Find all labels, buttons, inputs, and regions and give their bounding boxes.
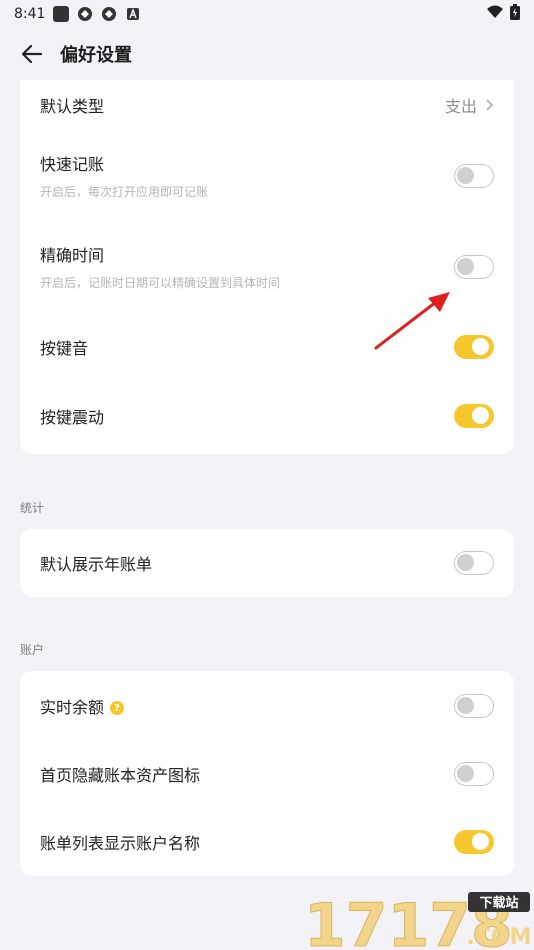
battery-icon <box>510 4 520 24</box>
status-bar: 8:41 <box>0 0 534 28</box>
toggle-knob <box>472 406 489 424</box>
quick-entry-toggle[interactable] <box>454 163 494 188</box>
account-card: 实时余额? 首页隐藏账本资产图标 账单列表显示账户名称 <box>20 671 514 876</box>
quick-entry-row: 快速记账 开启后，每次打开应用即可记账 <box>20 130 514 221</box>
realtime-balance-row: 实时余额? <box>20 671 514 740</box>
default-type-value-group: 支出 <box>445 93 494 117</box>
hide-asset-icon-row: 首页隐藏账本资产图标 <box>20 740 514 808</box>
show-account-name-row: 账单列表显示账户名称 <box>20 808 514 876</box>
hide-asset-icon-label: 首页隐藏账本资产图标 <box>40 766 201 785</box>
precise-time-toggle[interactable] <box>454 254 494 279</box>
key-vibrate-label: 按键震动 <box>40 407 105 427</box>
default-type-value: 支出 <box>444 97 477 116</box>
default-type-row[interactable]: 默认类型 支出 <box>20 80 514 130</box>
toggle-knob <box>457 257 474 275</box>
key-vibrate-row: 按键震动 <box>20 381 514 450</box>
toggle-knob <box>457 166 474 184</box>
quick-entry-label: 快速记账 <box>40 155 105 174</box>
default-type-label: 默认类型 <box>40 97 105 116</box>
hide-asset-icon-toggle[interactable] <box>454 762 494 786</box>
watermark-suffix: .COM <box>466 925 531 950</box>
keyboard-notification-icon <box>125 6 141 22</box>
show-account-name-toggle[interactable] <box>454 830 494 854</box>
realtime-balance-label: 实时余额 <box>40 697 105 717</box>
key-sound-toggle[interactable] <box>454 334 494 359</box>
year-bill-row: 默认展示年账单 <box>20 529 514 597</box>
app-notification-icon <box>77 6 93 22</box>
realtime-balance-label-group: 实时余额? <box>40 694 125 718</box>
top-app-bar: 偏好设置 <box>0 28 534 80</box>
notification-square-icon <box>53 6 70 22</box>
help-icon[interactable]: ? <box>110 701 125 715</box>
year-bill-label: 默认展示年账单 <box>40 555 153 574</box>
chevron-right-icon <box>486 99 494 111</box>
precise-time-description: 开启后，记账时日期可以精确设置到具体时间 <box>40 276 281 290</box>
general-settings-card: 默认类型 支出 快速记账 开启后，每次打开应用即可记账 精确时间 开启后，记账时… <box>20 80 514 454</box>
show-account-name-label: 账单列表显示账户名称 <box>40 834 201 853</box>
toggle-knob <box>457 554 474 571</box>
back-arrow-icon[interactable] <box>18 40 46 68</box>
app-notification-icon-2 <box>101 6 117 22</box>
annotation-arrow-icon <box>374 292 450 350</box>
page-title: 偏好设置 <box>60 45 132 66</box>
stats-card: 默认展示年账单 <box>20 529 514 597</box>
account-section-label: 账户 <box>20 643 45 657</box>
toggle-knob <box>457 765 474 782</box>
key-sound-label: 按键音 <box>40 338 89 358</box>
status-time: 8:41 <box>14 6 46 22</box>
wifi-icon <box>486 5 504 23</box>
toggle-knob <box>472 337 489 355</box>
year-bill-toggle[interactable] <box>454 551 494 575</box>
realtime-balance-toggle[interactable] <box>454 693 494 718</box>
key-vibrate-toggle[interactable] <box>454 403 494 428</box>
toggle-knob <box>472 833 489 850</box>
quick-entry-description: 开启后，每次打开应用即可记账 <box>40 185 209 199</box>
precise-time-label: 精确时间 <box>40 246 105 265</box>
watermark-badge: 下载站 <box>479 895 518 911</box>
site-watermark-logo: 17178 下载站 .COM <box>304 891 532 950</box>
toggle-knob <box>457 696 474 714</box>
stats-section-label: 统计 <box>20 501 45 515</box>
